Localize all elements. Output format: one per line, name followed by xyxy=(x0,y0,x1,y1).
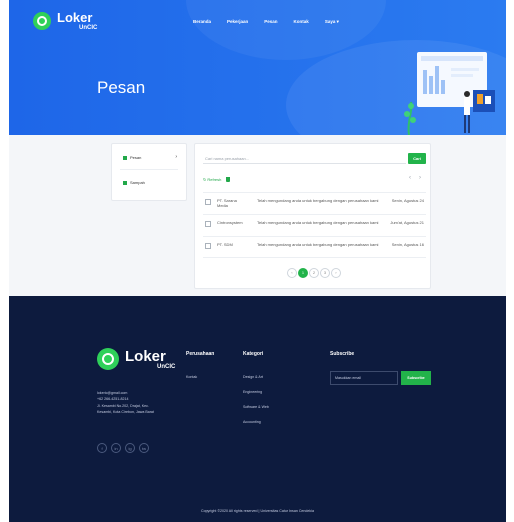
trash-icon xyxy=(123,180,127,185)
page: Loker UnCIC Beranda Pekerjaan Pesan Kont… xyxy=(9,0,506,522)
message-sender: PT. SDM xyxy=(217,242,233,247)
next-arrow-icon[interactable]: › xyxy=(419,175,421,181)
refresh-icon: ↻ xyxy=(203,177,207,182)
sidebar-item-pesan[interactable]: Pesan xyxy=(123,155,141,160)
message-sender: PT. Sarana Media xyxy=(217,198,237,209)
footer-col-subscribe: Subscribe Subscribe xyxy=(330,351,431,385)
page-3-button[interactable]: 3 xyxy=(320,268,330,278)
message-rows: PT. Sarana Media Telah mengundang anda u… xyxy=(203,192,426,258)
message-date: Senin, Agustus 16 xyxy=(391,242,424,247)
delete-icon[interactable] xyxy=(226,177,231,182)
row-checkbox[interactable] xyxy=(205,221,211,227)
footer: Loker UnCIC lokeric@gmail.com +62 266-42… xyxy=(9,296,506,522)
logo-icon xyxy=(97,348,119,370)
nav-item-kontak[interactable]: Kontak xyxy=(294,19,309,25)
footer-brand-name: Loker xyxy=(125,347,166,365)
message-date: Jum'at, Agustus 21 xyxy=(390,220,424,225)
footer-link-kontak[interactable]: Kontak xyxy=(186,375,214,379)
row-checkbox[interactable] xyxy=(205,243,211,249)
brand-logo[interactable]: Loker UnCIC xyxy=(33,11,97,31)
footer-heading: Perusahaan xyxy=(186,351,215,357)
nav-item-saya[interactable]: Saya ▾ xyxy=(325,19,339,25)
footer-link-software[interactable]: Software & Web xyxy=(243,405,269,409)
message-list-card: Cari ↻ Refresh ‹ › PT. Sarana Media Tela… xyxy=(194,143,431,289)
sidebar-item-label: Sampah xyxy=(130,180,145,185)
message-row[interactable]: PT. Sarana Media Telah mengundang anda u… xyxy=(203,192,426,214)
page-next-button[interactable]: › xyxy=(331,268,341,278)
footer-heading: Subscribe xyxy=(330,351,355,357)
brand-sub: UnCIC xyxy=(79,25,98,31)
message-subject: Telah mengundang anda untuk bergabung de… xyxy=(257,242,379,247)
message-sidebar: Pesan › Sampah xyxy=(111,143,187,201)
footer-link-accounting[interactable]: Accounting xyxy=(243,420,269,424)
inbox-icon xyxy=(123,155,127,160)
logo-icon xyxy=(33,12,51,30)
footer-contact: lokeric@gmail.com +62 266-4251-8214 Jl. … xyxy=(97,390,154,415)
row-checkbox[interactable] xyxy=(205,199,211,205)
facebook-icon[interactable]: f xyxy=(97,443,107,453)
page-prev-button[interactable]: ‹ xyxy=(287,268,297,278)
pagination: ‹ 1 2 3 › xyxy=(287,268,341,278)
chevron-right-icon: › xyxy=(175,154,177,160)
message-subject: Telah mengundang anda untuk bergabung de… xyxy=(257,220,379,225)
nav-item-beranda[interactable]: Beranda xyxy=(193,19,211,25)
message-toolbar: ↻ Refresh xyxy=(203,177,231,182)
message-sender: Cintronsystem xyxy=(217,220,243,225)
footer-logo[interactable]: Loker UnCIC xyxy=(97,348,175,370)
copyright-text: Copyright ©2020 All rights reserved | Un… xyxy=(200,509,315,513)
footer-link-engineering[interactable]: Engineering xyxy=(243,390,269,394)
footer-col-kategori: Kategori Design & Art Engineering Softwa… xyxy=(243,351,269,435)
sidebar-item-label: Pesan xyxy=(130,155,142,160)
linkedin-icon[interactable]: in xyxy=(111,443,121,453)
message-row[interactable]: PT. SDM Telah mengundang anda untuk berg… xyxy=(203,236,426,258)
search-input[interactable] xyxy=(203,153,406,164)
contact-address-line2: Kesambi, Kota Cirebon, Jawa Barat xyxy=(97,409,154,414)
brand-name: Loker xyxy=(57,10,93,25)
social-links: f in ig tw xyxy=(97,443,149,453)
hero-illustration xyxy=(404,52,495,135)
nav-item-pesan[interactable]: Pesan xyxy=(264,19,277,25)
instagram-icon[interactable]: ig xyxy=(125,443,135,453)
footer-heading: Kategori xyxy=(243,351,264,357)
page-2-button[interactable]: 2 xyxy=(309,268,319,278)
top-nav: Beranda Pekerjaan Pesan Kontak Saya ▾ xyxy=(193,19,355,25)
hero-banner: Loker UnCIC Beranda Pekerjaan Pesan Kont… xyxy=(9,0,506,135)
page-title: Pesan xyxy=(97,78,146,97)
list-pager: ‹ › xyxy=(409,175,421,181)
search-button[interactable]: Cari xyxy=(408,153,426,164)
message-subject: Telah mengundang anda untuk bergabung de… xyxy=(257,198,379,203)
nav-item-pekerjaan[interactable]: Pekerjaan xyxy=(227,19,248,25)
refresh-button[interactable]: ↻ Refresh xyxy=(203,177,221,182)
footer-brand-sub: UnCIC xyxy=(157,363,176,370)
subscribe-button[interactable]: Subscribe xyxy=(401,371,431,385)
page-1-button[interactable]: 1 xyxy=(298,268,308,278)
footer-link-design[interactable]: Design & Art xyxy=(243,375,269,379)
subscribe-email-input[interactable] xyxy=(330,371,398,385)
sidebar-item-sampah[interactable]: Sampah xyxy=(123,180,145,185)
footer-col-perusahaan: Perusahaan Kontak xyxy=(186,351,214,390)
message-row[interactable]: Cintronsystem Telah mengundang anda untu… xyxy=(203,214,426,236)
contact-address-line1: Jl. Kesambi No.202, Drajat, Kec. xyxy=(97,403,149,408)
twitter-icon[interactable]: tw xyxy=(139,443,149,453)
prev-arrow-icon[interactable]: ‹ xyxy=(409,175,411,181)
message-date: Senin, Agustus 24 xyxy=(391,198,424,203)
